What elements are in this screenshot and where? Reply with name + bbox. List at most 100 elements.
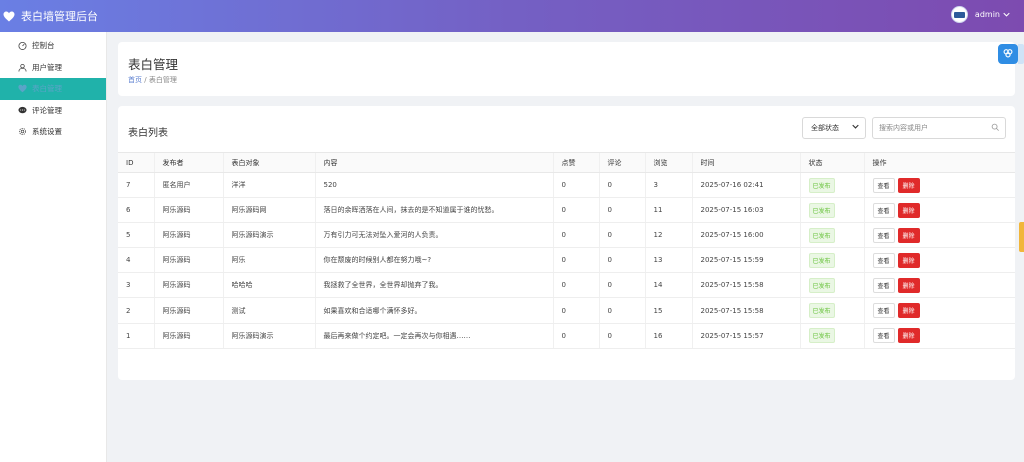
view-button[interactable]: 查看 xyxy=(872,177,895,193)
table-row: 6 阿乐源码 阿乐源码网 落日的余晖洒落在人间，抹去的是不知道属于谁的忧愁。 0… xyxy=(118,197,1015,224)
cell-content: 你在颓废的时候别人都在努力哦~? xyxy=(314,247,553,274)
brand[interactable]: 表白墙管理后台 xyxy=(0,8,98,24)
cell-views: 3 xyxy=(644,172,692,199)
cell-id: 6 xyxy=(118,197,154,224)
status-badge: 已发布 xyxy=(808,202,835,218)
breadcrumb: 首页 / 表白管理 xyxy=(128,75,177,85)
floating-assistant-button[interactable] xyxy=(998,44,1018,64)
chevron-down-icon xyxy=(1003,11,1010,19)
heart-logo-icon xyxy=(2,9,16,23)
cell-actions: 查看 删除 xyxy=(863,297,1015,324)
cell-target: 阿乐源码演示 xyxy=(222,222,315,249)
user-icon xyxy=(17,62,27,72)
search-input[interactable]: 搜索内容或用户 xyxy=(872,117,1006,139)
cell-actions: 查看 删除 xyxy=(863,272,1015,299)
delete-button[interactable]: 删除 xyxy=(897,202,920,218)
delete-button[interactable]: 删除 xyxy=(897,328,920,344)
delete-button[interactable]: 删除 xyxy=(897,177,920,193)
cell-actions: 查看 删除 xyxy=(863,172,1015,199)
status-filter-select[interactable]: 全部状态 xyxy=(802,117,866,139)
view-button[interactable]: 查看 xyxy=(872,303,895,319)
cell-content: 落日的余晖洒落在人间，抹去的是不知道属于谁的忧愁。 xyxy=(314,197,553,224)
cell-publisher: 阿乐源码 xyxy=(153,297,223,324)
delete-button[interactable]: 删除 xyxy=(897,303,920,319)
breadcrumb-separator: / xyxy=(144,76,147,84)
sidebar-item-settings[interactable]: 系统设置 xyxy=(0,121,106,143)
cell-time: 2025-07-15 15:58 xyxy=(691,272,800,299)
cell-actions: 查看 删除 xyxy=(863,197,1015,224)
cell-comments: 0 xyxy=(598,297,645,324)
cell-publisher: 阿乐源码 xyxy=(153,272,223,299)
cell-id: 7 xyxy=(118,172,154,199)
cell-actions: 查看 删除 xyxy=(863,247,1015,274)
cell-likes: 0 xyxy=(552,297,599,324)
column-header-time: 时间 xyxy=(691,152,800,173)
cell-views: 11 xyxy=(644,197,692,224)
cell-time: 2025-07-16 02:41 xyxy=(691,172,800,199)
side-feedback-tab[interactable] xyxy=(1019,222,1024,252)
user-menu[interactable]: admin xyxy=(950,6,1010,23)
view-button[interactable]: 查看 xyxy=(872,328,895,344)
cell-target: 哈哈哈 xyxy=(222,272,315,299)
column-header-comments: 评论 xyxy=(598,152,645,173)
cell-target: 阿乐 xyxy=(222,247,315,274)
page-header-card: 表白管理 首页 / 表白管理 xyxy=(118,42,1015,96)
status-badge: 已发布 xyxy=(808,177,835,193)
cell-likes: 0 xyxy=(552,247,599,274)
cell-time: 2025-07-15 15:58 xyxy=(691,297,800,324)
page-title: 表白管理 xyxy=(128,57,179,72)
cell-time: 2025-07-15 15:59 xyxy=(691,247,800,274)
view-button[interactable]: 查看 xyxy=(872,277,895,293)
cell-target: 洋洋 xyxy=(222,172,315,199)
dashboard-icon xyxy=(17,41,27,51)
column-header-status: 状态 xyxy=(799,152,864,173)
search-placeholder: 搜索内容或用户 xyxy=(879,124,928,132)
column-header-id: ID xyxy=(118,152,154,173)
cell-likes: 0 xyxy=(552,197,599,224)
cell-likes: 0 xyxy=(552,323,599,349)
search-icon[interactable] xyxy=(991,123,1000,134)
table-row: 1 阿乐源码 阿乐源码演示 最后再来做个约定吧。一定会再次与你相遇…… 0 0 … xyxy=(118,323,1015,349)
status-badge: 已发布 xyxy=(808,303,835,319)
delete-button[interactable]: 删除 xyxy=(897,252,920,268)
status-badge: 已发布 xyxy=(808,328,835,344)
breadcrumb-home-link[interactable]: 首页 xyxy=(128,76,142,84)
cell-views: 15 xyxy=(644,297,692,324)
column-header-likes: 点赞 xyxy=(552,152,599,173)
sidebar-item-comments[interactable]: 评论管理 xyxy=(0,100,106,122)
cloud-icon xyxy=(1002,47,1014,61)
cell-likes: 0 xyxy=(552,222,599,249)
cell-target: 阿乐源码演示 xyxy=(222,323,315,349)
sidebar-item-users[interactable]: 用户管理 xyxy=(0,57,106,79)
list-title: 表白列表 xyxy=(128,128,168,139)
cell-publisher: 匿名用户 xyxy=(153,172,223,199)
sidebar: 控制台 用户管理 表白管理 评论管理 系统设置 xyxy=(0,32,107,462)
column-header-views: 浏览 xyxy=(644,152,692,173)
delete-button[interactable]: 删除 xyxy=(897,227,920,243)
status-badge: 已发布 xyxy=(808,277,835,293)
cell-content: 我拯救了全世界，全世界却抛弃了我。 xyxy=(314,272,553,299)
sidebar-item-confessions[interactable]: 表白管理 xyxy=(0,78,106,100)
cell-views: 16 xyxy=(644,323,692,349)
cell-content: 最后再来做个约定吧。一定会再次与你相遇…… xyxy=(314,323,553,349)
column-header-target: 表白对象 xyxy=(222,152,315,173)
delete-button[interactable]: 删除 xyxy=(897,277,920,293)
view-button[interactable]: 查看 xyxy=(872,202,895,218)
cell-status: 已发布 xyxy=(799,172,864,199)
cell-status: 已发布 xyxy=(799,197,864,224)
avatar[interactable] xyxy=(950,6,968,23)
view-button[interactable]: 查看 xyxy=(872,227,895,243)
cell-comments: 0 xyxy=(598,323,645,349)
breadcrumb-current: 表白管理 xyxy=(148,76,177,84)
status-badge: 已发布 xyxy=(808,252,835,268)
view-button[interactable]: 查看 xyxy=(872,252,895,268)
cell-views: 12 xyxy=(644,222,692,249)
floating-assistant-tab[interactable] xyxy=(1018,44,1024,64)
sidebar-item-dashboard[interactable]: 控制台 xyxy=(0,35,106,57)
status-badge: 已发布 xyxy=(808,227,835,243)
cell-publisher: 阿乐源码 xyxy=(153,323,223,349)
column-header-publisher: 发布者 xyxy=(153,152,223,173)
cell-status: 已发布 xyxy=(799,272,864,299)
cell-id: 2 xyxy=(118,297,154,324)
chevron-down-icon xyxy=(852,123,859,131)
